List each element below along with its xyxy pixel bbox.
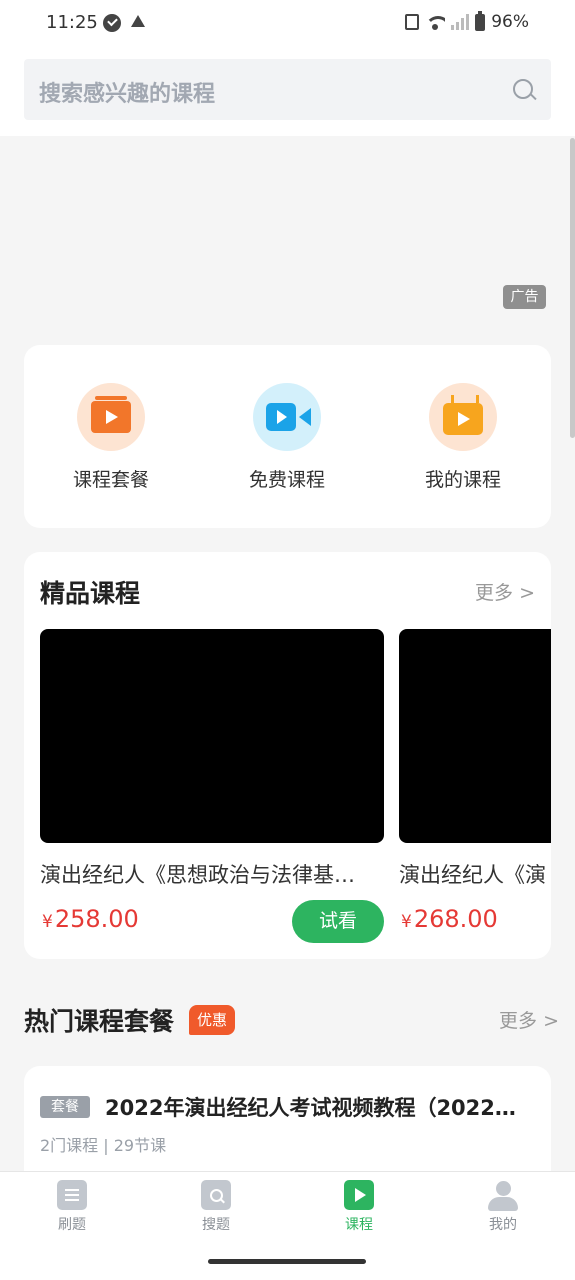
tab-label: 课程 (345, 1217, 373, 1233)
course-price: ¥258.00 (42, 905, 139, 933)
search-icon[interactable] (513, 79, 533, 99)
promo-badge: 优惠 (189, 1005, 236, 1035)
tv-play-icon (429, 383, 497, 451)
search-question-icon (201, 1180, 231, 1210)
quick-link-free-courses[interactable]: 免费课程 (217, 383, 357, 492)
quick-link-course-packages[interactable]: 课程套餐 (41, 383, 181, 492)
vibrate-icon (405, 14, 420, 30)
package-meta: 2门课程 | 29节课 (40, 1136, 167, 1155)
warning-icon (131, 15, 145, 27)
scrollbar[interactable] (570, 138, 575, 438)
status-right-group: 96% (405, 10, 529, 32)
package-play-icon (77, 383, 145, 451)
tab-search-questions[interactable]: 搜题 (166, 1180, 266, 1234)
currency-symbol: ¥ (401, 912, 412, 932)
tab-practice[interactable]: 刷题 (22, 1180, 122, 1234)
search-placeholder: 搜索感兴趣的课程 (39, 82, 216, 107)
price-value: 268.00 (413, 905, 498, 933)
quick-link-my-courses[interactable]: 我的课程 (393, 383, 533, 492)
check-circle-icon (103, 14, 121, 32)
section-title: 热门课程套餐 (24, 1007, 175, 1036)
course-play-icon (344, 1180, 374, 1210)
trial-button[interactable]: 试看 (292, 900, 384, 943)
ad-banner[interactable] (0, 136, 570, 326)
tab-label: 刷题 (58, 1217, 86, 1233)
more-link[interactable]: 更多 > (475, 578, 535, 605)
tab-label: 搜题 (202, 1217, 230, 1233)
course-title: 演出经纪人《演 (399, 863, 546, 887)
more-link[interactable]: 更多 > (499, 1006, 559, 1033)
price-value: 258.00 (54, 905, 139, 933)
package-tag: 套餐 (40, 1096, 90, 1118)
currency-symbol: ¥ (42, 912, 53, 932)
search-input[interactable]: 搜索感兴趣的课程 (24, 59, 551, 120)
package-title: 2022年演出经纪人考试视频教程（2022… (105, 1096, 516, 1120)
hot-packages-header: 热门课程套餐 优惠 更多 > (24, 1000, 559, 1040)
ad-tag: 广告 (503, 285, 546, 309)
course-price: ¥268.00 (401, 905, 498, 933)
tab-mine[interactable]: 我的 (453, 1180, 553, 1234)
course-card[interactable]: 演出经纪人《演 ¥268.00 (399, 629, 551, 933)
wifi-icon (425, 14, 446, 30)
practice-icon (57, 1180, 87, 1210)
home-indicator[interactable] (208, 1259, 366, 1264)
quick-link-label: 我的课程 (424, 469, 501, 491)
section-title: 精品课程 (40, 579, 141, 608)
status-bar: 11:25 96% (0, 0, 575, 48)
battery-icon (475, 10, 486, 31)
course-title: 演出经纪人《思想政治与法律基… (40, 863, 355, 887)
course-thumbnail[interactable] (40, 629, 384, 843)
signal-icon (451, 14, 470, 30)
tab-courses[interactable]: 课程 (309, 1180, 409, 1234)
video-camera-icon (253, 383, 321, 451)
course-thumbnail[interactable] (399, 629, 551, 843)
search-header: 搜索感兴趣的课程 (0, 48, 575, 136)
profile-icon (488, 1180, 518, 1211)
tab-label: 我的 (489, 1217, 517, 1233)
quick-link-label: 免费课程 (248, 469, 325, 491)
course-card[interactable]: 演出经纪人《思想政治与法律基… ¥258.00 试看 (40, 629, 384, 943)
premium-courses-card: 精品课程 更多 > 演出经纪人《思想政治与法律基… ¥258.00 试看 演出经… (24, 552, 551, 959)
status-time: 11:25 (46, 12, 98, 33)
battery-percent: 96% (491, 12, 529, 32)
quick-link-label: 课程套餐 (72, 469, 149, 491)
quick-links-card: 课程套餐 免费课程 我的课程 (24, 345, 551, 528)
